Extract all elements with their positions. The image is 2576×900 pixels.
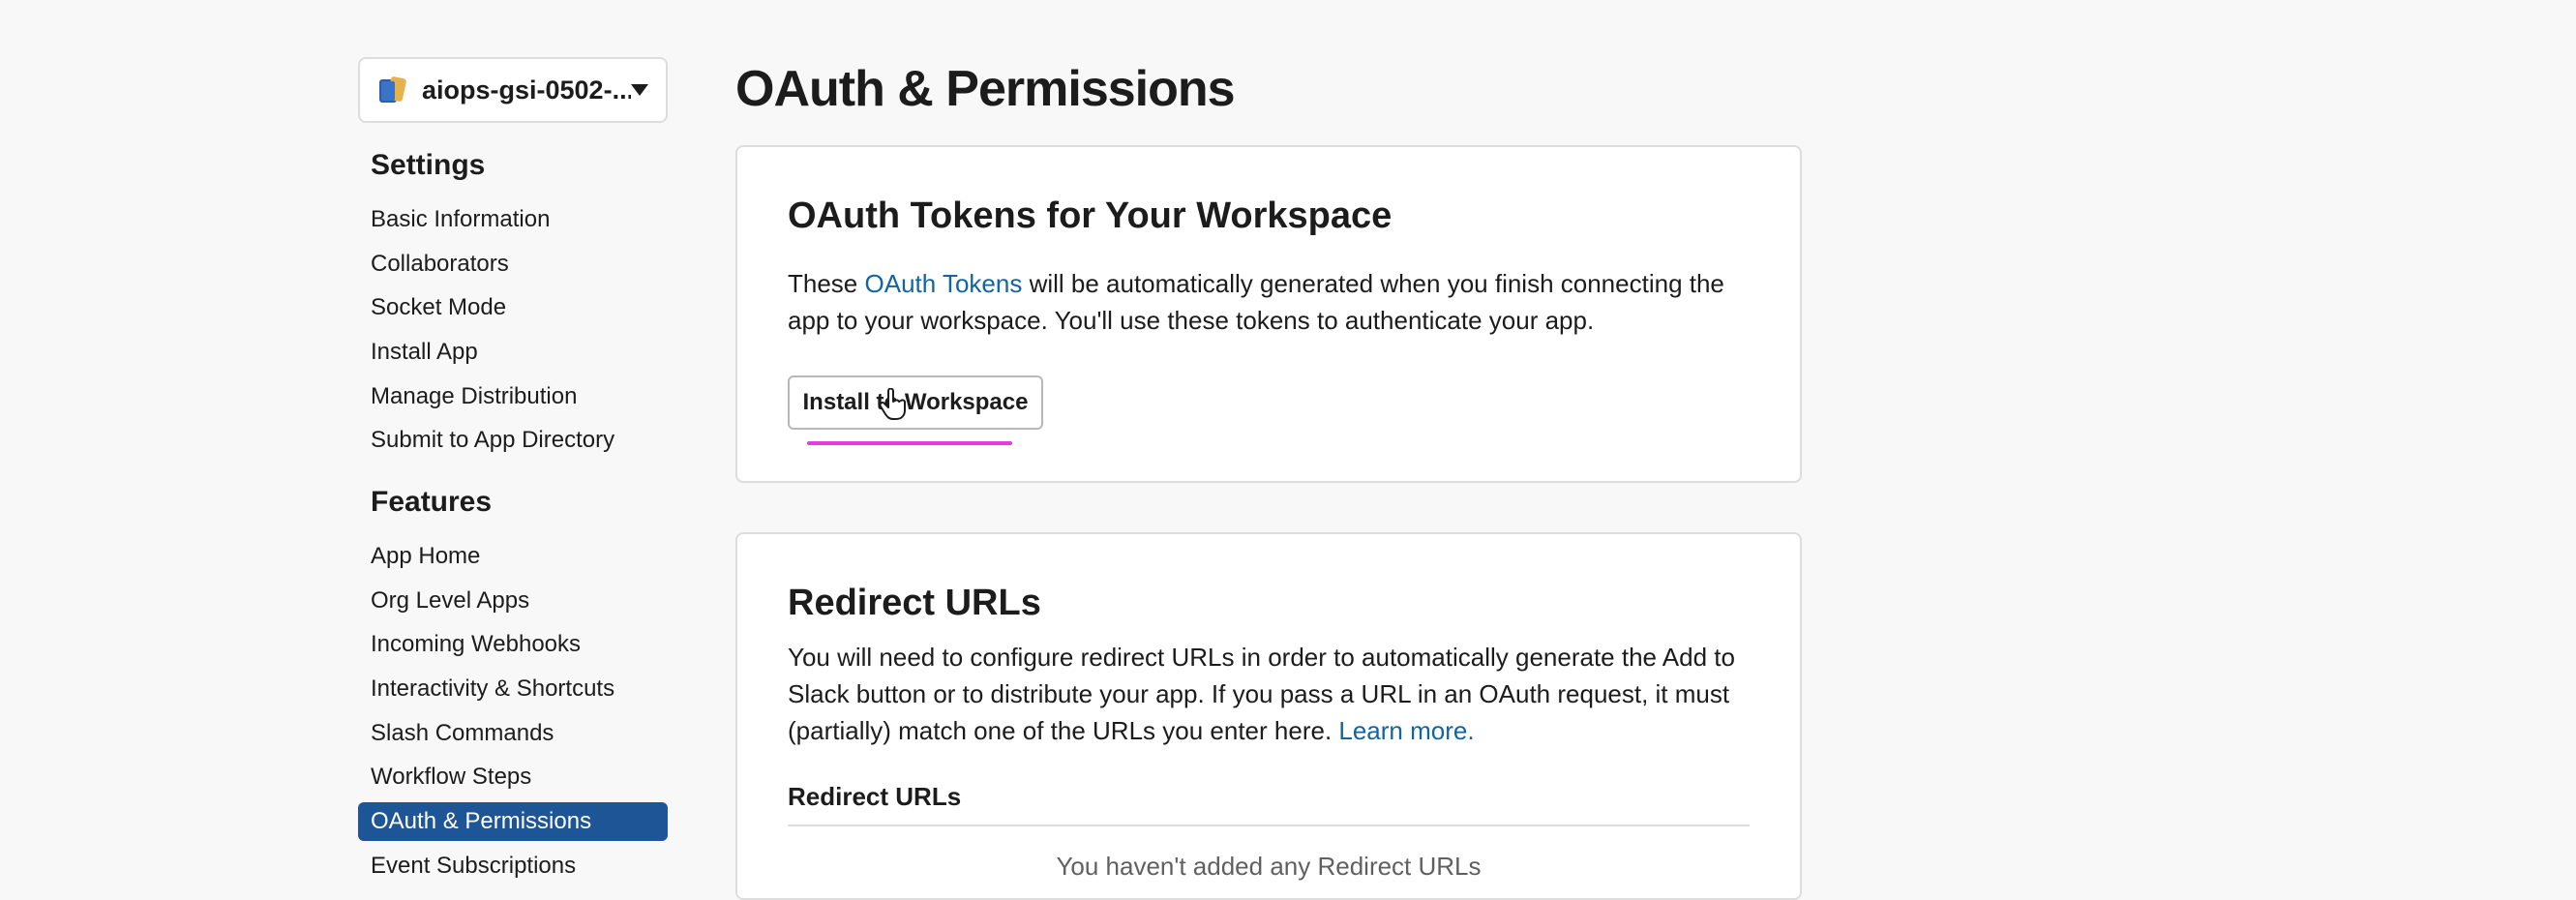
hand-pointer-cursor-icon bbox=[879, 387, 909, 426]
sidebar-item-socket-mode[interactable]: Socket Mode bbox=[358, 288, 668, 327]
redirect-urls-subheading: Redirect URLs bbox=[788, 782, 962, 811]
features-heading: Features bbox=[371, 486, 493, 518]
features-nav: App Home Org Level Apps Incoming Webhooks I… bbox=[358, 537, 668, 891]
oauth-tokens-card: OAuth Tokens for Your Workspace These OA… bbox=[735, 145, 1802, 483]
learn-more-link[interactable]: Learn more. bbox=[1338, 716, 1474, 745]
page-title: OAuth & Permissions bbox=[735, 61, 1236, 117]
redirect-urls-description: You will need to configure redirect URLs… bbox=[788, 639, 1755, 749]
oauth-tokens-description: These OAuth Tokens will be automatically… bbox=[788, 265, 1755, 339]
redirect-urls-card: Redirect URLs You will need to configure… bbox=[735, 532, 1802, 900]
sidebar-item-oauth-and-permissions[interactable]: OAuth & Permissions bbox=[358, 802, 668, 842]
sidebar-item-basic-information[interactable]: Basic Information bbox=[358, 200, 668, 239]
sidebar-item-collaborators[interactable]: Collaborators bbox=[358, 245, 668, 284]
app-selector[interactable]: aiops-gsi-0502-... bbox=[358, 57, 668, 123]
install-to-workspace-button[interactable]: Install to Workspace bbox=[788, 375, 1043, 430]
sidebar-item-interactivity-and-shortcuts[interactable]: Interactivity & Shortcuts bbox=[358, 670, 668, 708]
oauth-tokens-title: OAuth Tokens for Your Workspace bbox=[788, 195, 1393, 236]
sidebar-item-slash-commands[interactable]: Slash Commands bbox=[358, 714, 668, 753]
sidebar-item-workflow-steps[interactable]: Workflow Steps bbox=[358, 758, 668, 796]
sidebar-item-incoming-webhooks[interactable]: Incoming Webhooks bbox=[358, 625, 668, 664]
sidebar-item-org-level-apps[interactable]: Org Level Apps bbox=[358, 582, 668, 620]
highlight-underline bbox=[807, 441, 1012, 445]
sidebar-item-manage-distribution[interactable]: Manage Distribution bbox=[358, 377, 668, 416]
sidebar-item-event-subscriptions[interactable]: Event Subscriptions bbox=[358, 847, 668, 885]
redirect-description-text: You will need to configure redirect URLs… bbox=[788, 643, 1735, 745]
redirect-urls-title: Redirect URLs bbox=[788, 583, 1041, 623]
sidebar-item-submit-to-app-directory[interactable]: Submit to App Directory bbox=[358, 421, 668, 460]
settings-heading: Settings bbox=[371, 149, 486, 181]
sidebar-item-install-app[interactable]: Install App bbox=[358, 333, 668, 372]
empty-redirect-urls-message: You haven't added any Redirect URLs bbox=[1056, 852, 1482, 881]
description-text-before: These bbox=[788, 269, 865, 298]
oauth-tokens-link[interactable]: OAuth Tokens bbox=[865, 269, 1023, 298]
app-book-icon bbox=[375, 73, 410, 107]
app-name: aiops-gsi-0502-... bbox=[422, 75, 631, 105]
chevron-down-icon bbox=[631, 84, 648, 96]
settings-nav: Basic Information Collaborators Socket Mod… bbox=[358, 200, 668, 465]
sidebar-item-app-home[interactable]: App Home bbox=[358, 537, 668, 576]
divider bbox=[788, 825, 1750, 826]
